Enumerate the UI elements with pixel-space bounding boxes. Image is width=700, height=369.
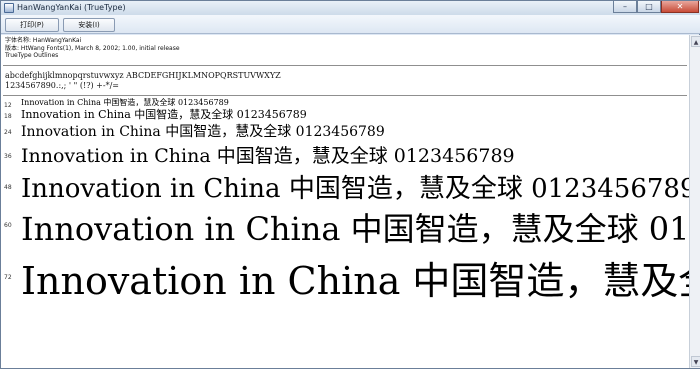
size-label: 18 (4, 113, 12, 120)
charset-digits: 1234567890.:,; ' " (!?) +-*/= (5, 81, 119, 90)
sample-row: 18 Innovation in China 中国智造，慧及全球 01234567… (1, 108, 689, 123)
scroll-up-arrow-icon[interactable]: ▲ (691, 36, 700, 47)
sample-row: 72 Innovation in China 中国智造，慧及全球 01234567… (1, 257, 689, 308)
font-viewer-window: HanWangYanKai (TrueType) – □ ✕ 打印(P) 安装(… (0, 0, 700, 369)
font-type-line: TrueType Outlines (5, 52, 59, 59)
font-name-line: 字体名称: HanWangYanKai (5, 37, 82, 44)
sample-text: Innovation in China 中国智造，慧及全球 0123456789 (21, 259, 689, 303)
title-bar[interactable]: HanWangYanKai (TrueType) – □ ✕ (1, 1, 700, 15)
sample-text: Innovation in China 中国智造，慧及全球 0123456789 (21, 98, 229, 107)
minimize-button[interactable]: – (613, 1, 637, 13)
vertical-scrollbar[interactable]: ▲ ▼ (689, 35, 700, 368)
charset-letters: abcdefghijklmnopqrstuvwxyz ABCDEFGHIJKLM… (5, 71, 281, 80)
sample-row: 48 Innovation in China 中国智造，慧及全球 01234567… (1, 172, 689, 207)
install-button[interactable]: 安装(I) (63, 18, 115, 32)
size-label: 24 (4, 129, 12, 136)
sample-row: 24 Innovation in China 中国智造，慧及全球 01234567… (1, 123, 689, 142)
sample-text: Innovation in China 中国智造，慧及全球 0123456789 (21, 210, 689, 248)
font-preview-pane: 字体名称: HanWangYanKai 版本: HtWang Fonts(1),… (1, 35, 689, 368)
sample-text: Innovation in China 中国智造，慧及全球 0123456789 (21, 108, 307, 121)
size-label: 48 (4, 184, 12, 191)
size-label: 36 (4, 153, 12, 160)
toolbar: 打印(P) 安装(I) (1, 15, 700, 34)
font-version-line: 版本: HtWang Fonts(1), March 8, 2002; 1.00… (5, 44, 180, 52)
maximize-button[interactable]: □ (637, 1, 661, 13)
sample-text: Innovation in China 中国智造，慧及全球 0123456789 (21, 174, 689, 204)
size-label: 72 (4, 274, 12, 281)
sample-text: Innovation in China 中国智造，慧及全球 0123456789 (21, 145, 515, 167)
sample-row: 60 Innovation in China 中国智造，慧及全球 01234567… (1, 208, 689, 251)
font-info: 字体名称: HanWangYanKai 版本: HtWang Fonts(1),… (5, 37, 180, 60)
sample-row: 36 Innovation in China 中国智造，慧及全球 01234567… (1, 144, 689, 170)
caption-buttons: – □ ✕ (613, 1, 699, 13)
font-file-icon (4, 3, 14, 13)
size-label: 60 (4, 222, 12, 229)
scroll-down-arrow-icon[interactable]: ▼ (691, 356, 700, 367)
close-button[interactable]: ✕ (661, 1, 699, 13)
sample-text: Innovation in China 中国智造，慧及全球 0123456789 (21, 124, 385, 140)
divider (3, 65, 687, 66)
divider (3, 95, 687, 96)
window-title: HanWangYanKai (TrueType) (17, 3, 126, 12)
print-button[interactable]: 打印(P) (5, 18, 59, 32)
